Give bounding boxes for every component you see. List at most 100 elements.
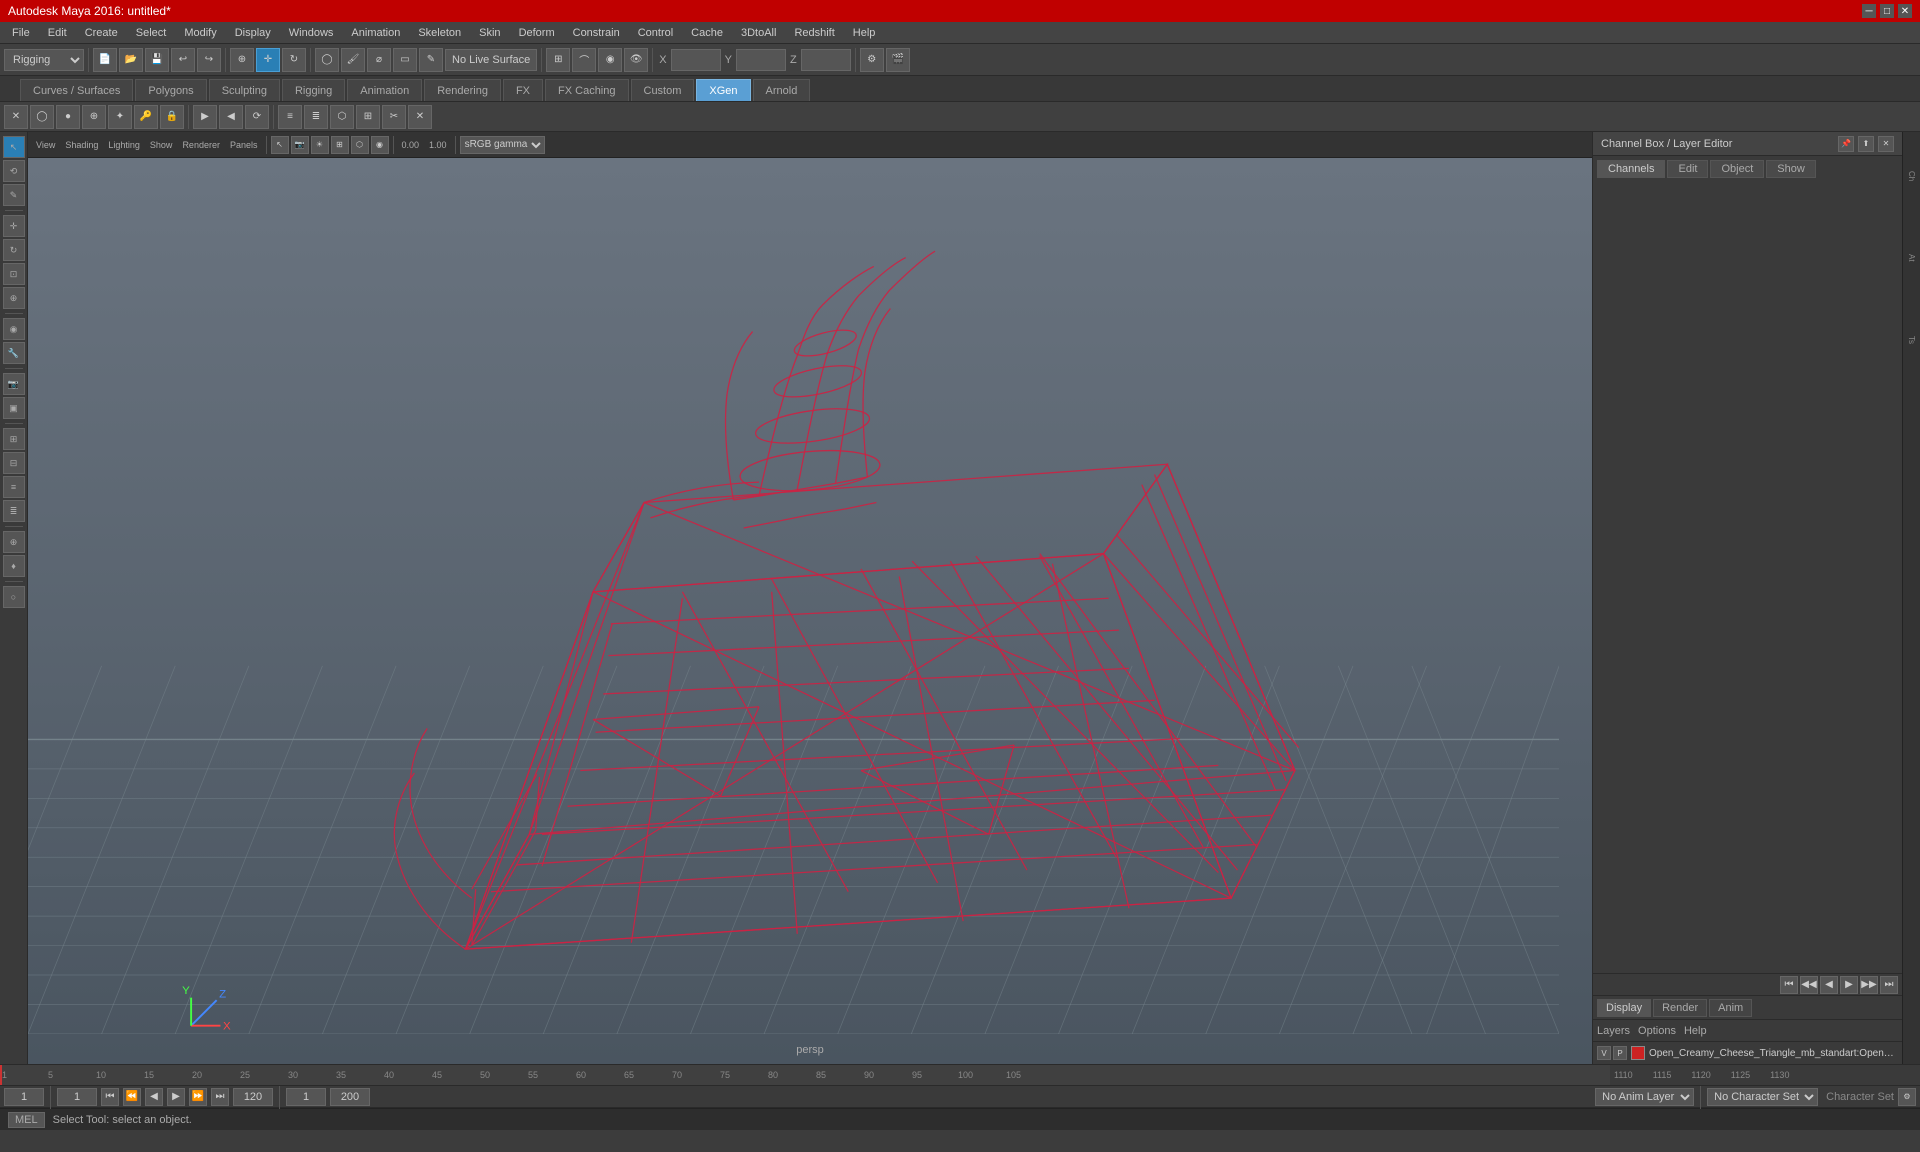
viewport[interactable]: View Shading Lighting Show Renderer Pane… — [28, 132, 1592, 1064]
cb-tab-edit[interactable]: Edit — [1667, 160, 1708, 178]
layer-nav-next2[interactable]: ▶▶ — [1860, 976, 1878, 994]
xgen-btn8[interactable]: ▶ — [193, 105, 217, 129]
menu-windows[interactable]: Windows — [281, 22, 342, 43]
lighting-menu[interactable]: Lighting — [104, 140, 144, 150]
play-fwd-btn[interactable]: ▶ — [167, 1088, 185, 1106]
misc-btn3[interactable]: ○ — [3, 586, 25, 608]
redo-btn[interactable]: ↪ — [197, 48, 221, 72]
move-btn[interactable]: ✛ — [256, 48, 280, 72]
range-end-input[interactable] — [330, 1088, 370, 1106]
char-set-btn[interactable]: ⚙ — [1898, 1088, 1916, 1106]
tweak-btn[interactable]: ✎ — [419, 48, 443, 72]
select-tool-btn[interactable]: ↖ — [3, 136, 25, 158]
paint-sel-btn[interactable]: 🖌 — [341, 48, 365, 72]
layer-color-swatch[interactable] — [1631, 1046, 1645, 1060]
menu-control[interactable]: Control — [630, 22, 681, 43]
layers-option[interactable]: Layers — [1597, 1025, 1630, 1037]
menu-skin[interactable]: Skin — [471, 22, 508, 43]
anim-layer-dropdown[interactable]: No Anim Layer — [1595, 1088, 1694, 1106]
layer-vis-btn[interactable]: V — [1597, 1046, 1611, 1060]
layer-tab-anim[interactable]: Anim — [1709, 999, 1752, 1017]
cb-tab-show[interactable]: Show — [1766, 160, 1816, 178]
tab-fx-caching[interactable]: FX Caching — [545, 79, 628, 101]
tab-xgen[interactable]: XGen — [696, 79, 750, 101]
xgen-btn5[interactable]: ✦ — [108, 105, 132, 129]
tab-rigging[interactable]: Rigging — [282, 79, 345, 101]
lattice-btn[interactable]: ⊞ — [3, 428, 25, 450]
menu-help[interactable]: Help — [845, 22, 884, 43]
undo-btn[interactable]: ↩ — [171, 48, 195, 72]
char-set-dropdown[interactable]: No Character Set — [1707, 1088, 1818, 1106]
tab-sculpting[interactable]: Sculpting — [209, 79, 280, 101]
xgen-btn16[interactable]: ✕ — [408, 105, 432, 129]
menu-deform[interactable]: Deform — [511, 22, 563, 43]
snap-grid-btn[interactable]: ⊞ — [546, 48, 570, 72]
lasso-btn[interactable]: ◯ — [315, 48, 339, 72]
show-manip-btn[interactable]: 🔧 — [3, 342, 25, 364]
tab-rendering[interactable]: Rendering — [424, 79, 501, 101]
xgen-btn11[interactable]: ≡ — [278, 105, 302, 129]
snap-view-btn[interactable]: 👁 — [624, 48, 648, 72]
paint-tool-btn[interactable]: ✎ — [3, 184, 25, 206]
universal-tool-btn[interactable]: ⊕ — [3, 287, 25, 309]
vp-light-btn[interactable]: ☀ — [311, 136, 329, 154]
xgen-btn3[interactable]: ● — [56, 105, 80, 129]
menu-display[interactable]: Display — [227, 22, 279, 43]
current-frame-input[interactable] — [4, 1088, 44, 1106]
channel-box-float-btn[interactable]: ⬆ — [1858, 136, 1874, 152]
layer-nav-end[interactable]: ⏭ — [1880, 976, 1898, 994]
menu-file[interactable]: File — [4, 22, 38, 43]
rotate-btn[interactable]: ↻ — [282, 48, 306, 72]
gamma-dropdown[interactable]: sRGB gamma — [460, 136, 545, 154]
menu-cache[interactable]: Cache — [683, 22, 731, 43]
range-start-input[interactable] — [286, 1088, 326, 1106]
layer-nav-start[interactable]: ⏮ — [1780, 976, 1798, 994]
options-option[interactable]: Options — [1638, 1025, 1676, 1037]
end-frame-input[interactable] — [233, 1088, 273, 1106]
menu-3dtoall[interactable]: 3DtoAll — [733, 22, 784, 43]
mode-dropdown[interactable]: Rigging — [4, 49, 84, 71]
camera-btn[interactable]: 📷 — [3, 373, 25, 395]
tab-curves-/-surfaces[interactable]: Curves / Surfaces — [20, 79, 133, 101]
layer-tab-display[interactable]: Display — [1597, 999, 1651, 1017]
layer-play-btn[interactable]: P — [1613, 1046, 1627, 1060]
viewport-canvas[interactable]: Z X Y persp — [28, 158, 1592, 1064]
start-frame-input[interactable] — [57, 1088, 97, 1106]
xgen-btn13[interactable]: ⬡ — [330, 105, 354, 129]
xgen-btn6[interactable]: 🔑 — [134, 105, 158, 129]
z-input[interactable] — [801, 49, 851, 71]
sculpt-btn[interactable]: ≡ — [3, 476, 25, 498]
snap-curve-btn[interactable]: ⌒ — [572, 48, 596, 72]
misc-btn2[interactable]: ♦ — [3, 555, 25, 577]
play-start-btn[interactable]: ⏮ — [101, 1088, 119, 1106]
xgen-btn14[interactable]: ⊞ — [356, 105, 380, 129]
xgen-btn9[interactable]: ◀ — [219, 105, 243, 129]
shading-menu[interactable]: Shading — [61, 140, 102, 150]
lasso-tool-btn[interactable]: ⟲ — [3, 160, 25, 182]
vp-grid-btn[interactable]: ⊞ — [331, 136, 349, 154]
render-mode-btn[interactable]: ▣ — [3, 397, 25, 419]
menu-create[interactable]: Create — [77, 22, 126, 43]
menu-modify[interactable]: Modify — [176, 22, 224, 43]
play-fwd2-btn[interactable]: ⏩ — [189, 1088, 207, 1106]
close-button[interactable]: ✕ — [1898, 4, 1912, 18]
menu-redshift[interactable]: Redshift — [786, 22, 842, 43]
move-tool-btn[interactable]: ✛ — [3, 215, 25, 237]
xgen-btn12[interactable]: ≣ — [304, 105, 328, 129]
view-menu[interactable]: View — [32, 140, 59, 150]
vp-select-btn[interactable]: ↖ — [271, 136, 289, 154]
restore-button[interactable]: □ — [1880, 4, 1894, 18]
channel-box-close-btn[interactable]: ✕ — [1878, 136, 1894, 152]
new-file-btn[interactable]: 📄 — [93, 48, 117, 72]
xgen-btn1[interactable]: ✕ — [4, 105, 28, 129]
vp-wire-btn[interactable]: ⬡ — [351, 136, 369, 154]
layer-nav-next[interactable]: ▶ — [1840, 976, 1858, 994]
help-option[interactable]: Help — [1684, 1025, 1707, 1037]
snap-point-btn[interactable]: ◉ — [598, 48, 622, 72]
x-input[interactable] — [671, 49, 721, 71]
xgen-btn7[interactable]: 🔒 — [160, 105, 184, 129]
menu-constrain[interactable]: Constrain — [565, 22, 628, 43]
cb-tab-object[interactable]: Object — [1710, 160, 1764, 178]
attr-editor-label[interactable]: At — [1905, 218, 1919, 298]
misc-btn1[interactable]: ⊕ — [3, 531, 25, 553]
